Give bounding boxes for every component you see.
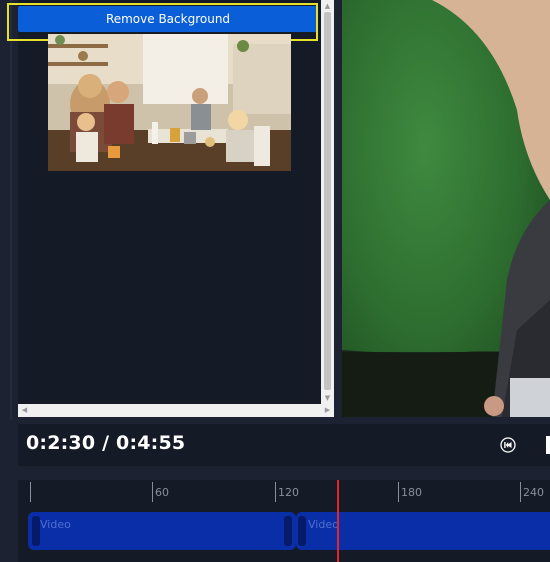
vertical-scrollbar[interactable]: ▲ ▼ — [321, 0, 334, 404]
gutter-divider — [10, 0, 12, 420]
clip-label: Video — [308, 518, 339, 531]
arrow-right-icon[interactable]: ▶ — [321, 404, 334, 416]
thumbnail-image — [48, 34, 291, 171]
timeline-tick — [520, 482, 521, 502]
timecode-display: 0:2:30 / 0:4:55 — [26, 432, 186, 454]
timeline-tick-label: 120 — [278, 486, 299, 499]
video-preview[interactable] — [342, 0, 550, 417]
timeline-tick-label: 60 — [155, 486, 169, 499]
arrow-up-icon[interactable]: ▲ — [321, 0, 334, 12]
media-thumbnail[interactable] — [48, 34, 291, 171]
timeline-tick — [152, 482, 153, 502]
clip-trim-handle-left[interactable] — [32, 516, 40, 546]
timeline-tick — [398, 482, 399, 502]
remove-background-button[interactable]: Remove Background — [18, 6, 318, 32]
clip-trim-handle-left[interactable] — [298, 516, 306, 546]
play-icon[interactable] — [546, 436, 550, 454]
timeline-playhead[interactable] — [337, 480, 339, 562]
preview-frame — [342, 0, 550, 417]
rewind-icon[interactable] — [500, 437, 516, 453]
arrow-down-icon[interactable]: ▼ — [321, 392, 334, 404]
timeline-tick-label: 240 — [523, 486, 544, 499]
timeline-tick — [275, 482, 276, 502]
timeline-clip[interactable]: Video — [28, 512, 296, 550]
clip-label: Video — [40, 518, 71, 531]
playback-bar: 0:2:30 / 0:4:55 — [18, 424, 550, 466]
timeline-clip[interactable]: Video — [296, 512, 550, 550]
clip-trim-handle-right[interactable] — [284, 516, 292, 546]
timeline-tick-label: 180 — [401, 486, 422, 499]
horizontal-scrollbar[interactable]: ◀ ▶ — [18, 404, 334, 417]
arrow-left-icon[interactable]: ◀ — [18, 404, 31, 416]
vertical-scroll-thumb[interactable] — [324, 12, 331, 390]
timeline-tick — [30, 482, 31, 502]
left-gutter — [0, 0, 18, 420]
editor-window: Remove Background ▲ ▼ ◀ ▶ 0:2:30 / 0:4:5… — [0, 0, 550, 562]
